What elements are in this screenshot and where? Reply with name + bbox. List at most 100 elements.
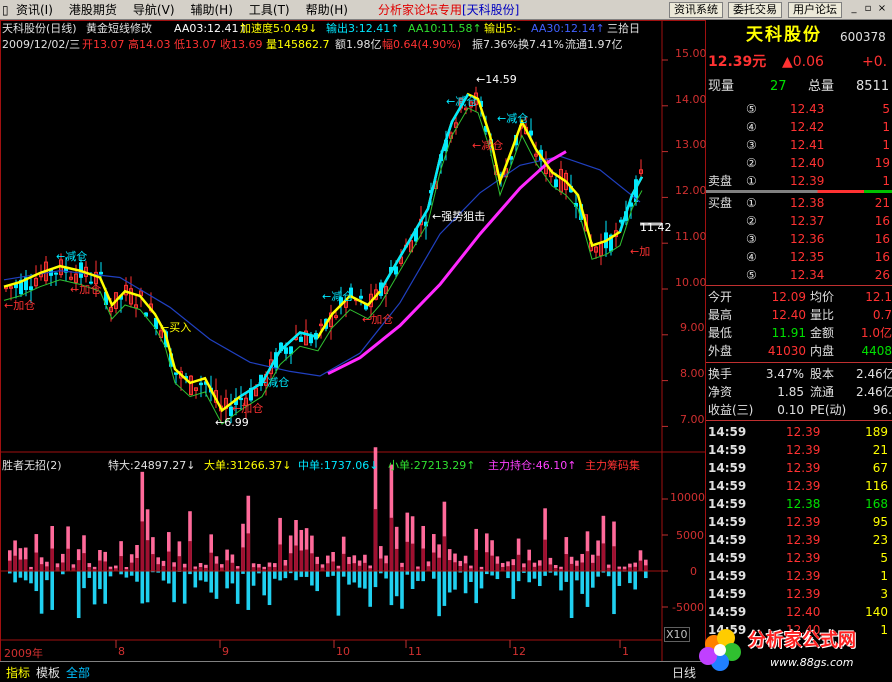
stat-value: 41030: [767, 344, 806, 358]
tab-indicator[interactable]: 指标: [2, 664, 34, 681]
menu-item-help[interactable]: 帮助(H): [298, 0, 356, 20]
price-tick-9: 9.00: [680, 321, 705, 334]
info-system-button[interactable]: 资讯系统: [669, 2, 723, 18]
menu-item-assist[interactable]: 辅助(H): [183, 0, 241, 20]
tick-row: 14:59 12.39 189: [706, 423, 892, 441]
volume-bar-positive-inner: [516, 554, 521, 571]
sell-price: 12.40: [790, 156, 825, 170]
forum-button[interactable]: 用户论坛: [788, 2, 842, 18]
stat-value: 0.10: [777, 403, 804, 417]
ma-yellow-line: [3, 92, 644, 413]
volume-bar-positive-inner: [633, 566, 637, 571]
volume-bar-negative: [580, 571, 584, 594]
volume-bar-positive-inner: [580, 562, 584, 571]
trade-button[interactable]: 委托交易: [728, 2, 782, 18]
volume-bar-positive-inner: [39, 564, 44, 571]
window-control-icon[interactable]: ▯: [0, 0, 9, 20]
sub-large: 特大:24897.27↓: [108, 459, 196, 472]
close-icon[interactable]: ×: [876, 2, 888, 16]
tick-row: 14:59 12.39 1: [706, 567, 892, 585]
restore-icon[interactable]: ▫: [862, 2, 874, 16]
volume-bar-negative: [103, 571, 107, 604]
volume-bar-positive-inner: [405, 541, 410, 571]
volume-bar-positive-inner: [363, 562, 367, 571]
tick-time: 14:59: [708, 443, 747, 457]
stat-value-2: 1.0亿: [860, 326, 892, 340]
signal-buy: ←买入: [160, 321, 192, 334]
tick-price: 12.39: [786, 569, 821, 583]
tab-all[interactable]: 全部: [62, 664, 94, 681]
volume-bar-positive-inner: [628, 567, 632, 571]
volume-bar-positive-inner: [230, 562, 235, 571]
level-marker: ③: [746, 138, 757, 152]
minimize-icon[interactable]: _: [848, 2, 860, 16]
volume-bar-negative: [416, 571, 420, 581]
volume-bar-negative: [559, 571, 563, 591]
signal-reduce-4: ←减仓: [446, 95, 478, 108]
volume-bar-negative: [569, 571, 574, 619]
menu-item-hk-futures[interactable]: 港股期货: [61, 0, 125, 20]
volume-bar-negative: [225, 571, 229, 589]
volume-bar-negative: [230, 571, 235, 584]
candle-body: [529, 130, 533, 136]
buy-price: 12.34: [790, 268, 825, 282]
volume-bar-positive-inner: [103, 561, 107, 571]
volume-bar-negative: [304, 571, 309, 577]
signal-add-5-text: 加: [639, 245, 651, 258]
menu-item-info[interactable]: 资讯(I): [8, 0, 61, 20]
kline-chart[interactable]: [0, 20, 706, 662]
volume-bar-positive-inner: [601, 543, 606, 571]
buy-level-row: ④ 12.35 16: [706, 248, 892, 266]
volume-bar-negative: [140, 571, 145, 604]
menu-item-tools[interactable]: 工具(T): [241, 0, 298, 20]
sell-level-row: ① 12.39 1: [706, 172, 892, 190]
stock-name: 天科股份: [746, 25, 822, 45]
volume-bar-positive-inner: [379, 558, 383, 571]
tick-price: 12.39: [786, 533, 821, 547]
signal-add-2: ←加仓: [70, 283, 102, 296]
tick-volume: 5: [880, 551, 888, 565]
trading-window: ▯ 资讯(I) 港股期货 导航(V) 辅助(H) 工具(T) 帮助(H) 分析家…: [0, 0, 892, 682]
aa03-value: AA03:12.41↑: [174, 22, 248, 35]
signal-buy-text: 买入: [169, 321, 192, 334]
tick-price: 12.39: [786, 443, 821, 457]
last-price: 12.39元: [708, 54, 767, 70]
volume-bar-negative: [267, 571, 272, 606]
tick-volume: 1: [880, 569, 888, 583]
tab-template[interactable]: 模板: [32, 664, 64, 681]
output5-value: 输出5:-: [484, 22, 521, 35]
now-vol-value: 27: [770, 79, 787, 94]
tick-price: 12.39: [786, 515, 821, 529]
volume-bar-negative: [347, 571, 351, 585]
tick-volume: 3: [880, 587, 888, 601]
volume-bar-negative: [400, 571, 404, 609]
tick-price: 12.39: [786, 479, 821, 493]
ma-blue-line: [3, 155, 641, 377]
candle-body: [289, 346, 293, 355]
stat-value-2: 12.1: [865, 290, 892, 304]
stat-row: 外盘 41030 内盘 4408: [706, 342, 892, 360]
tick-volume: 23: [872, 533, 888, 547]
volume-bar-positive-inner: [569, 563, 574, 571]
stat-value-2: 96.: [872, 403, 892, 417]
signal-add-1: ←加仓: [4, 299, 36, 312]
volume-bar-positive-inner: [352, 563, 357, 571]
zoom-x10-button[interactable]: X10: [664, 627, 690, 642]
volume-bar-positive-inner: [225, 560, 229, 571]
volume-bar-positive-inner: [532, 566, 537, 571]
menu-item-navigation[interactable]: 导航(V): [125, 0, 183, 20]
volume-bar-negative: [129, 571, 134, 576]
signal-add-4: ←加仓: [362, 313, 394, 326]
tick-price: 12.39: [786, 461, 821, 475]
signal-add-1-text: 加仓: [13, 299, 36, 312]
bar-float: 流通1.97亿: [565, 38, 623, 51]
speed-value: 加速度5:0.49↓: [240, 22, 318, 35]
time-tick-1: 1: [622, 645, 629, 658]
volume-bar-positive-inner: [511, 565, 516, 571]
volume-bar-positive-inner: [426, 566, 431, 571]
volume-bar-positive-inner: [447, 560, 452, 571]
buy-price: 12.36: [790, 232, 825, 246]
volume-bar-positive-inner: [257, 567, 261, 571]
tick-time: 14:59: [708, 587, 747, 601]
volume-bar-negative: [172, 571, 176, 603]
